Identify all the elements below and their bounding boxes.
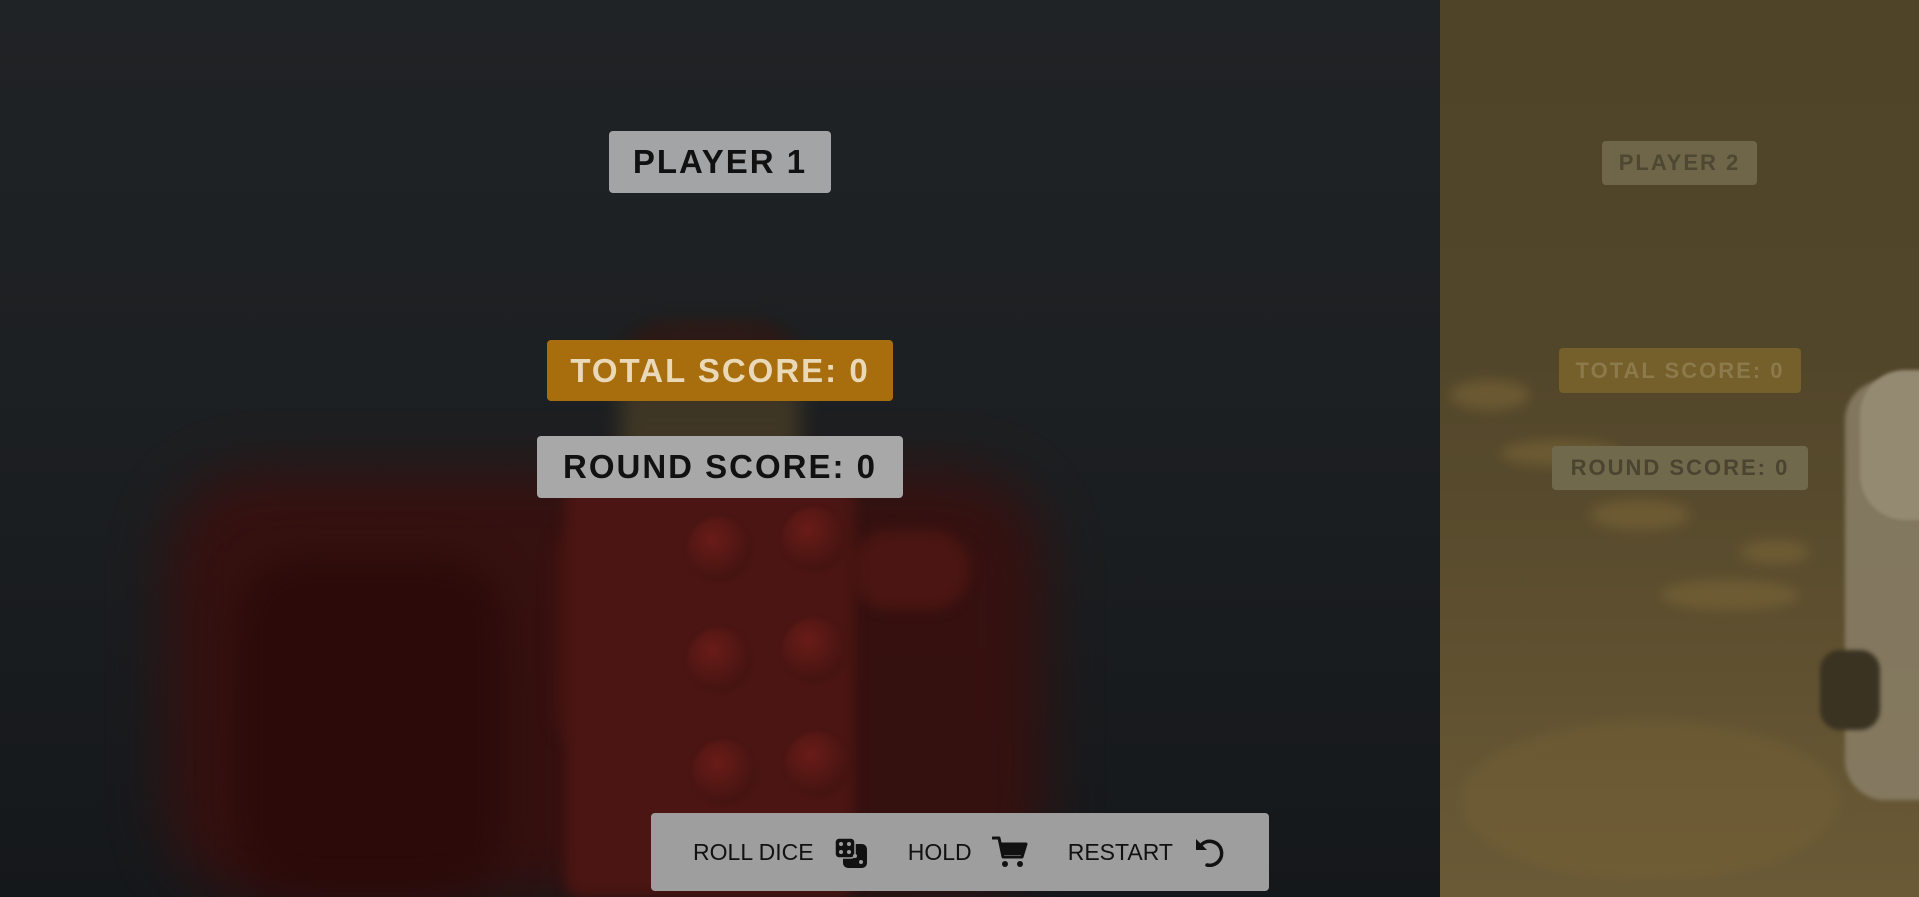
cart-icon: [991, 835, 1028, 869]
brick-stud: [782, 507, 846, 571]
undo-icon: [1193, 835, 1227, 869]
brick-stud: [785, 732, 849, 796]
sand-texture: [1450, 380, 1530, 410]
player2-name: PLAYER 2: [1602, 141, 1757, 185]
minifig-arm-right-image: [850, 530, 970, 610]
background-brick-shadow: [240, 560, 500, 897]
dice-icon: [833, 835, 868, 869]
brick-stud: [687, 628, 751, 692]
player1-name: PLAYER 1: [609, 131, 831, 193]
control-bar: ROLL DICE HOLD RESTART: [651, 813, 1269, 891]
brick-stud: [692, 740, 756, 804]
hold-label: HOLD: [907, 838, 972, 865]
sand-texture: [1590, 500, 1690, 530]
restart-label: RESTART: [1067, 838, 1173, 865]
roll-dice-button[interactable]: ROLL DICE: [693, 835, 868, 869]
brick-stud: [687, 517, 751, 581]
sand-texture: [1460, 720, 1840, 880]
stormtrooper-helmet-image: [1860, 370, 1919, 520]
sand-texture: [1660, 580, 1800, 610]
player2-round-score: ROUND SCORE: 0: [1552, 446, 1808, 490]
brick-stud: [782, 618, 846, 682]
restart-button[interactable]: RESTART: [1068, 835, 1227, 869]
sand-texture: [1740, 540, 1810, 564]
player1-total-score: TOTAL SCORE: 0: [547, 340, 893, 401]
hold-button[interactable]: HOLD: [908, 835, 1028, 869]
stormtrooper-hand-image: [1820, 650, 1880, 730]
player2-total-score: TOTAL SCORE: 0: [1559, 348, 1801, 393]
roll-dice-label: ROLL DICE: [693, 838, 814, 865]
game-board: PLAYER 1 TOTAL SCORE: 0 ROUND SCORE: 0 P…: [0, 0, 1919, 897]
player1-round-score: ROUND SCORE: 0: [537, 436, 903, 498]
